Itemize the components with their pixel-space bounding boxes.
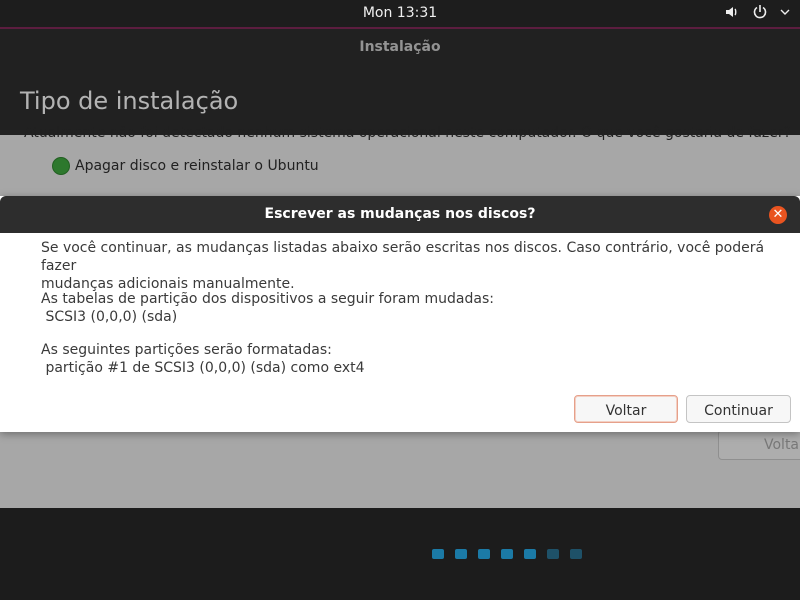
dialog-paragraph-2: As tabelas de partição dos dispositivos … <box>41 290 494 326</box>
dialog-text-line: partição #1 de SCSI3 (0,0,0) (sda) como … <box>41 360 365 376</box>
dialog-paragraph-1: Se você continuar, as mudanças listadas … <box>41 239 800 293</box>
progress-dots <box>432 549 582 559</box>
progress-dot <box>501 549 513 559</box>
dialog-header: Escrever as mudanças nos discos? ✕ <box>0 196 800 233</box>
dialog-title: Escrever as mudanças nos discos? <box>264 206 536 222</box>
progress-dot <box>455 549 467 559</box>
progress-dot <box>570 549 582 559</box>
progress-dot <box>478 549 490 559</box>
top-bar: Mon 13:31 <box>0 0 800 29</box>
back-button[interactable]: Voltar <box>574 395 678 423</box>
continue-button[interactable]: Continuar <box>686 395 791 423</box>
dialog-text-line: SCSI3 (0,0,0) (sda) <box>41 309 178 325</box>
speaker-icon[interactable] <box>724 4 740 24</box>
dialog-text-line: As tabelas de partição dos dispositivos … <box>41 291 494 307</box>
dialog-text-line: Se você continuar, as mudanças listadas … <box>41 240 765 274</box>
power-icon[interactable] <box>752 4 768 24</box>
progress-dot <box>547 549 559 559</box>
dialog-paragraph-3: As seguintes partições serão formatadas:… <box>41 341 365 377</box>
dialog-text-line: As seguintes partições serão formatadas: <box>41 342 332 358</box>
clock[interactable]: Mon 13:31 <box>0 5 800 21</box>
chevron-down-icon[interactable] <box>780 4 790 24</box>
close-icon[interactable]: ✕ <box>769 206 787 224</box>
progress-dot <box>432 549 444 559</box>
system-tray[interactable] <box>724 4 790 24</box>
progress-dot <box>524 549 536 559</box>
